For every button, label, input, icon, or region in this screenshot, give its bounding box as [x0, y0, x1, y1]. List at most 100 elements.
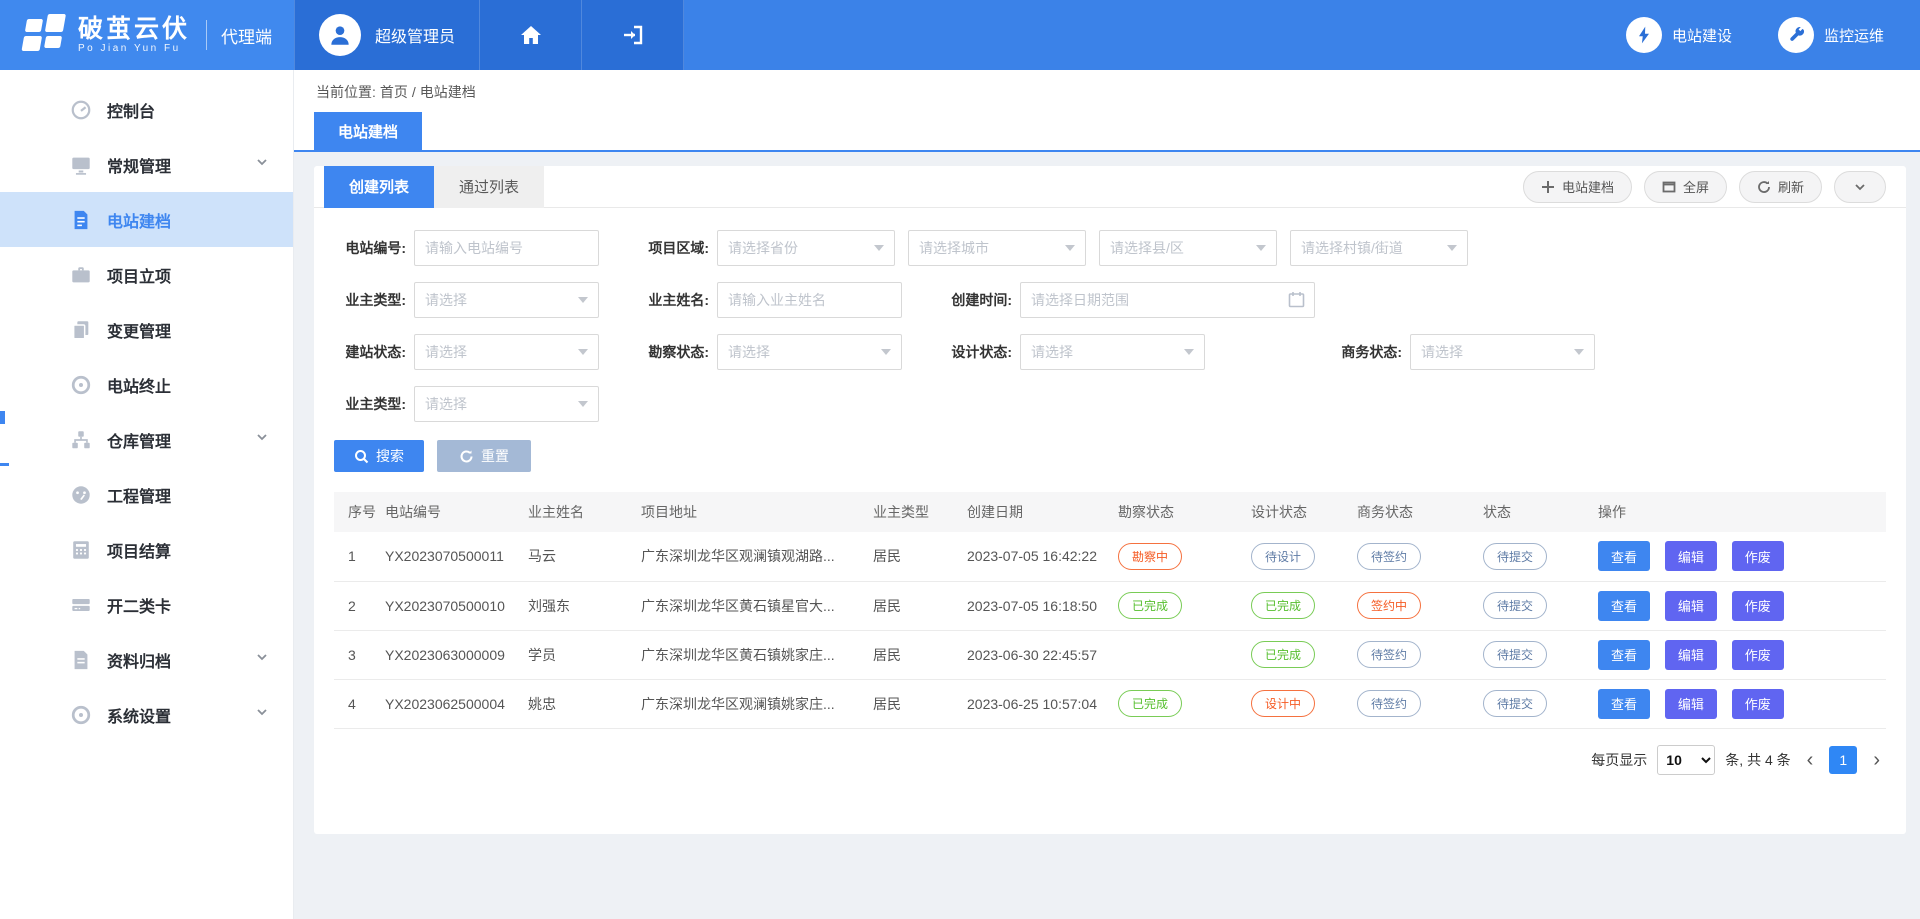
owner-type-select[interactable]: 请选择: [414, 282, 599, 318]
survey-status-badge: 已完成: [1118, 690, 1182, 717]
calculator-icon: [70, 539, 92, 561]
sidebar-item-dashboard[interactable]: 控制台: [0, 82, 293, 137]
design-status-select[interactable]: 请选择: [1020, 334, 1205, 370]
status-badge: 待提交: [1483, 592, 1547, 619]
next-page-button[interactable]: ›: [1867, 750, 1886, 770]
caret-down-icon: [874, 245, 884, 251]
caret-down-icon: [578, 297, 588, 303]
void-button[interactable]: 作废: [1732, 689, 1784, 719]
user-strip: 超级管理员: [294, 0, 684, 70]
design-status-label: 设计状态:: [940, 342, 1012, 362]
view-button[interactable]: 查看: [1598, 541, 1650, 571]
caret-down-icon: [1447, 245, 1457, 251]
gauge-icon: [70, 99, 92, 121]
chevron-down-icon: [255, 430, 269, 449]
cell-owner-type: 居民: [867, 679, 961, 728]
table-row: 2 YX2023070500010 刘强东 广东深圳龙华区黄石镇星官大... 居…: [334, 581, 1886, 630]
cell-address: 广东深圳龙华区黄石镇姚家庄...: [635, 630, 867, 679]
station-code-input[interactable]: [414, 230, 599, 266]
breadcrumb-home[interactable]: 首页: [380, 82, 408, 102]
sidebar-item-project-initiation[interactable]: 项目立项: [0, 247, 293, 302]
view-button[interactable]: 查看: [1598, 640, 1650, 670]
sidebar-item-project-settlement[interactable]: 项目结算: [0, 522, 293, 577]
sidebar-item-engineering-mgmt[interactable]: 工程管理: [0, 467, 293, 522]
caret-down-icon: [1065, 245, 1075, 251]
edit-button[interactable]: 编辑: [1665, 541, 1717, 571]
business-status-select[interactable]: 请选择: [1410, 334, 1595, 370]
home-button[interactable]: [480, 0, 582, 70]
settings-icon: [70, 704, 92, 726]
caret-down-icon: [578, 401, 588, 407]
design-status-badge: 设计中: [1251, 690, 1315, 717]
cell-address: 广东深圳龙华区观澜镇姚家庄...: [635, 679, 867, 728]
cell-owner-type: 居民: [867, 581, 961, 630]
collapse-button[interactable]: [1834, 171, 1886, 203]
sidebar-item-system-settings[interactable]: 系统设置: [0, 687, 293, 742]
page-1-button[interactable]: 1: [1829, 746, 1857, 774]
table-row: 4 YX2023062500004 姚忠 广东深圳龙华区观澜镇姚家庄... 居民…: [334, 679, 1886, 728]
refresh-button[interactable]: 刷新: [1739, 171, 1822, 203]
town-select[interactable]: 请选择村镇/街道: [1290, 230, 1468, 266]
page-tab-station-archive[interactable]: 电站建档: [314, 112, 422, 150]
page-tab-strip: 电站建档: [294, 114, 1920, 152]
nav-station-build[interactable]: 电站建设: [1626, 17, 1732, 53]
nav-monitor-ops[interactable]: 监控运维: [1778, 17, 1884, 53]
void-button[interactable]: 作废: [1732, 541, 1784, 571]
city-select[interactable]: 请选择城市: [908, 230, 1086, 266]
owner-name-input[interactable]: [717, 282, 902, 318]
page-size-select[interactable]: 10: [1657, 745, 1715, 775]
col-business-status: 商务状态: [1351, 492, 1477, 532]
business-status-badge: 待签约: [1357, 690, 1421, 717]
status-badge: 待提交: [1483, 641, 1547, 668]
col-status: 状态: [1477, 492, 1592, 532]
sidebar-item-change-mgmt[interactable]: 变更管理: [0, 302, 293, 357]
cell-station-code: YX2023070500010: [379, 581, 522, 630]
tab-create-list[interactable]: 创建列表: [324, 166, 434, 208]
sidebar-item-type2-card[interactable]: 开二类卡: [0, 577, 293, 632]
search-button[interactable]: 搜索: [334, 440, 424, 472]
edit-button[interactable]: 编辑: [1665, 591, 1717, 621]
user-icon: [327, 22, 353, 48]
void-button[interactable]: 作废: [1732, 591, 1784, 621]
logout-button[interactable]: [582, 0, 684, 70]
brand-divider: [206, 20, 207, 50]
col-actions: 操作: [1592, 492, 1886, 532]
add-station-button[interactable]: 电站建档: [1523, 171, 1632, 203]
void-button[interactable]: 作废: [1732, 640, 1784, 670]
sidebar-item-warehouse-mgmt[interactable]: 仓库管理: [0, 412, 293, 467]
date-range-input[interactable]: [1020, 282, 1315, 318]
tab-passed-list[interactable]: 通过列表: [434, 166, 544, 208]
sidebar-item-station-archive[interactable]: 电站建档: [0, 192, 293, 247]
brand-title: 破茧云伏: [78, 16, 190, 44]
design-status-badge: 已完成: [1251, 641, 1315, 668]
county-select[interactable]: 请选择县/区: [1099, 230, 1277, 266]
user-menu[interactable]: 超级管理员: [294, 0, 480, 70]
cell-owner-name: 马云: [522, 532, 635, 581]
cell-address: 广东深圳龙华区观澜镇观湖路...: [635, 532, 867, 581]
caret-down-icon: [1184, 349, 1194, 355]
sidebar-item-data-archive[interactable]: 资料归档: [0, 632, 293, 687]
lightning-icon: [1626, 17, 1662, 53]
scroll-indicator: [0, 411, 5, 424]
owner-type2-select[interactable]: 请选择: [414, 386, 599, 422]
prev-page-button[interactable]: ‹: [1801, 750, 1820, 770]
header-nav: 电站建设 监控运维: [1626, 0, 1884, 70]
table-header-row: 序号 电站编号 业主姓名 项目地址 业主类型 创建日期 勘察状态 设计状态 商务…: [334, 492, 1886, 532]
sidebar-item-station-terminate[interactable]: 电站终止: [0, 357, 293, 412]
view-button[interactable]: 查看: [1598, 689, 1650, 719]
edit-button[interactable]: 编辑: [1665, 640, 1717, 670]
caret-down-icon: [1256, 245, 1266, 251]
province-select[interactable]: 请选择省份: [717, 230, 895, 266]
build-status-select[interactable]: 请选择: [414, 334, 599, 370]
reset-icon: [459, 449, 474, 464]
view-button[interactable]: 查看: [1598, 591, 1650, 621]
sidebar-item-general-mgmt[interactable]: 常规管理: [0, 137, 293, 192]
edit-button[interactable]: 编辑: [1665, 689, 1717, 719]
breadcrumb: 当前位置: 首页 / 电站建档: [294, 70, 1920, 114]
survey-status-select[interactable]: 请选择: [717, 334, 902, 370]
station-code-label: 电站编号:: [334, 238, 406, 258]
total-count-label: 条, 共 4 条: [1725, 750, 1790, 770]
filter-form: 电站编号: 项目区域: 请选择省份 请选择城市 请选择县/区 请选择村镇/街道: [314, 208, 1906, 422]
reset-button[interactable]: 重置: [437, 440, 531, 472]
fullscreen-button[interactable]: 全屏: [1644, 171, 1727, 203]
